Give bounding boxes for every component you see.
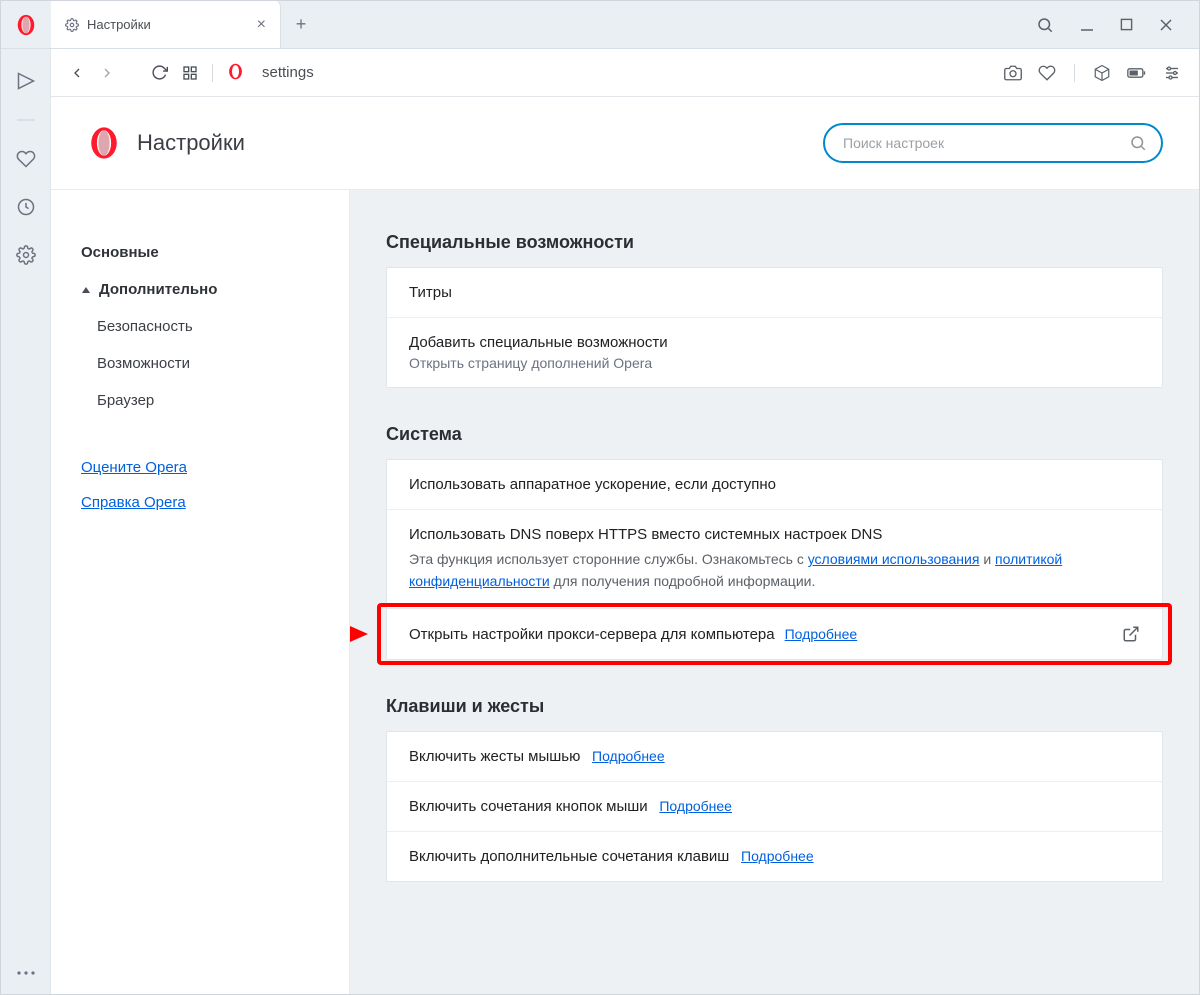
nav-item-security[interactable]: Безопасность [75,308,325,345]
settings-header: Настройки [51,97,1199,190]
app-logo[interactable] [1,1,51,48]
row-proxy-settings[interactable]: Открыть настройки прокси-сервера для ком… [387,608,1162,659]
row-mouse-gestures[interactable]: Включить жесты мышью Подробнее [387,732,1162,781]
reload-icon[interactable] [151,64,168,81]
settings-gear-icon[interactable] [16,245,36,265]
easy-setup-icon[interactable] [1163,64,1181,82]
row-hardware-accel[interactable]: Использовать аппаратное ускорение, если … [387,460,1162,509]
minimize-icon[interactable] [1080,18,1094,32]
link-terms[interactable]: условиями использования [808,551,980,567]
link-mouse-gestures-more[interactable]: Подробнее [592,748,665,764]
settings-search-input[interactable] [843,135,1121,151]
nav-item-advanced-label: Дополнительно [99,281,217,298]
gear-icon [65,18,79,32]
nav-item-main[interactable]: Основные [75,234,325,271]
browser-sidebar [1,49,51,994]
new-tab-button[interactable]: + [281,1,321,48]
heart-icon[interactable] [16,149,36,169]
maximize-icon[interactable] [1120,18,1133,31]
row-dns-https[interactable]: Использовать DNS поверх HTTPS вместо сис… [387,509,1162,608]
window-controls [1036,1,1199,48]
accessibility-card: Титры Добавить специальные возможности О… [386,267,1163,388]
link-proxy-more[interactable]: Подробнее [785,626,858,642]
arrow-icon [350,624,370,644]
page-title: Настройки [137,130,245,156]
system-card: Использовать аппаратное ускорение, если … [386,459,1163,660]
gestures-card: Включить жесты мышью Подробнее Включить … [386,731,1163,882]
browser-tab[interactable]: Настройки × [51,1,281,48]
row-captions[interactable]: Титры [387,268,1162,317]
snapshot-icon[interactable] [1004,64,1022,82]
speed-dial-icon[interactable] [182,65,198,81]
link-keyboard-more[interactable]: Подробнее [741,848,814,864]
external-link-icon[interactable] [1122,625,1140,643]
settings-detail: Специальные возможности Титры Добавить с… [350,190,1199,994]
section-gestures-title: Клавиши и жесты [386,696,1163,717]
settings-nav: Основные Дополнительно Безопасность Возм… [51,190,350,994]
send-icon[interactable] [16,71,36,91]
annotation-callout: 3 [350,617,370,651]
battery-icon[interactable] [1127,66,1147,80]
cube-icon[interactable] [1093,64,1111,82]
opera-url-icon [227,63,244,83]
section-accessibility-title: Специальные возможности [386,232,1163,253]
row-dns-desc: Эта функция использует сторонние службы.… [409,549,1140,592]
address-bar: settings [51,49,1199,97]
url-text[interactable]: settings [262,64,314,81]
link-rocker-more[interactable]: Подробнее [659,798,732,814]
divider-icon [15,119,37,121]
row-keyboard-shortcuts[interactable]: Включить дополнительные сочетания клавиш… [387,831,1162,881]
search-icon[interactable] [1036,16,1054,34]
nav-item-features[interactable]: Возможности [75,345,325,382]
proxy-title: Открыть настройки прокси-сервера для ком… [409,626,775,643]
opera-logo-icon [87,126,121,160]
nav-item-browser[interactable]: Браузер [75,382,325,419]
tab-title: Настройки [87,17,249,32]
search-icon [1129,134,1147,152]
history-icon[interactable] [16,197,36,217]
titlebar: Настройки × + [1,1,1199,49]
section-system-title: Система [386,424,1163,445]
more-icon[interactable] [16,970,36,976]
bookmark-heart-icon[interactable] [1038,64,1056,82]
link-rate-opera[interactable]: Оцените Opera [81,459,325,476]
link-help-opera[interactable]: Справка Opera [81,494,325,511]
row-rocker-gestures[interactable]: Включить сочетания кнопок мыши Подробнее [387,781,1162,831]
row-add-accessibility[interactable]: Добавить специальные возможности Открыть… [387,317,1162,387]
close-tab-icon[interactable]: × [257,17,266,33]
settings-search[interactable] [823,123,1163,163]
back-icon[interactable] [69,65,85,81]
caret-up-icon [81,285,91,295]
nav-item-advanced[interactable]: Дополнительно [75,271,325,308]
forward-icon[interactable] [99,65,115,81]
window-close-icon[interactable] [1159,18,1173,32]
